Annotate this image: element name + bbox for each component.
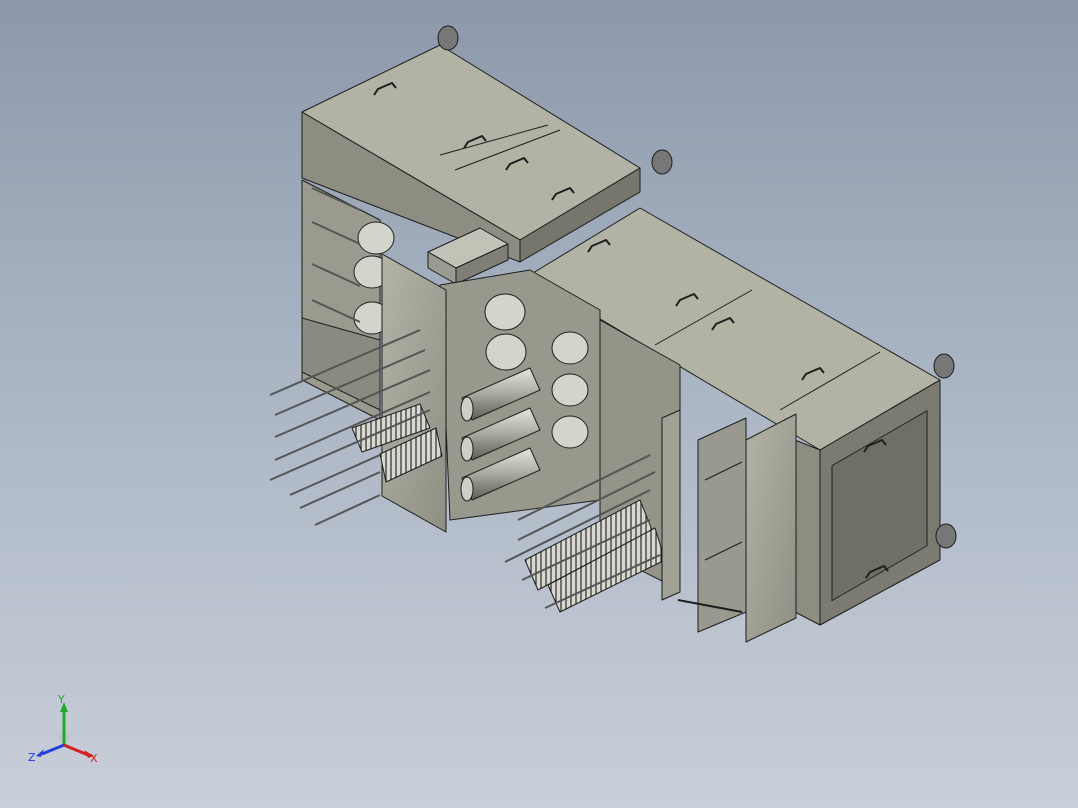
- foot: [437, 25, 459, 51]
- lower-cabinet-front: [794, 439, 821, 626]
- roller-end: [485, 333, 527, 371]
- axis-triad: Y X Z: [28, 693, 98, 765]
- roller-end: [357, 221, 395, 255]
- front-panel-mid: [661, 409, 681, 601]
- front-panel-frame: [697, 417, 747, 633]
- z-axis-line: [41, 743, 65, 756]
- x-axis-line: [63, 743, 89, 757]
- cylinder-end: [460, 436, 474, 462]
- roller-end: [551, 331, 589, 365]
- y-axis-label: Y: [57, 693, 65, 706]
- cylinder-end: [460, 476, 474, 502]
- x-axis-label: X: [90, 752, 98, 765]
- guide-rod: [289, 454, 381, 496]
- front-panel-left: [381, 253, 447, 533]
- guide-rod: [314, 494, 381, 526]
- z-axis-label: Z: [28, 751, 36, 764]
- cylinder-end: [460, 396, 474, 422]
- foot: [651, 149, 673, 175]
- machine-assembly[interactable]: [269, 25, 957, 643]
- guide-rod: [299, 471, 381, 509]
- front-panel-right: [745, 413, 797, 643]
- foot: [933, 353, 955, 379]
- model-viewport[interactable]: Y X Z: [0, 0, 1078, 808]
- roller-end: [484, 293, 526, 331]
- roller-end: [551, 373, 589, 407]
- roller-end: [551, 415, 589, 449]
- foot: [935, 523, 957, 549]
